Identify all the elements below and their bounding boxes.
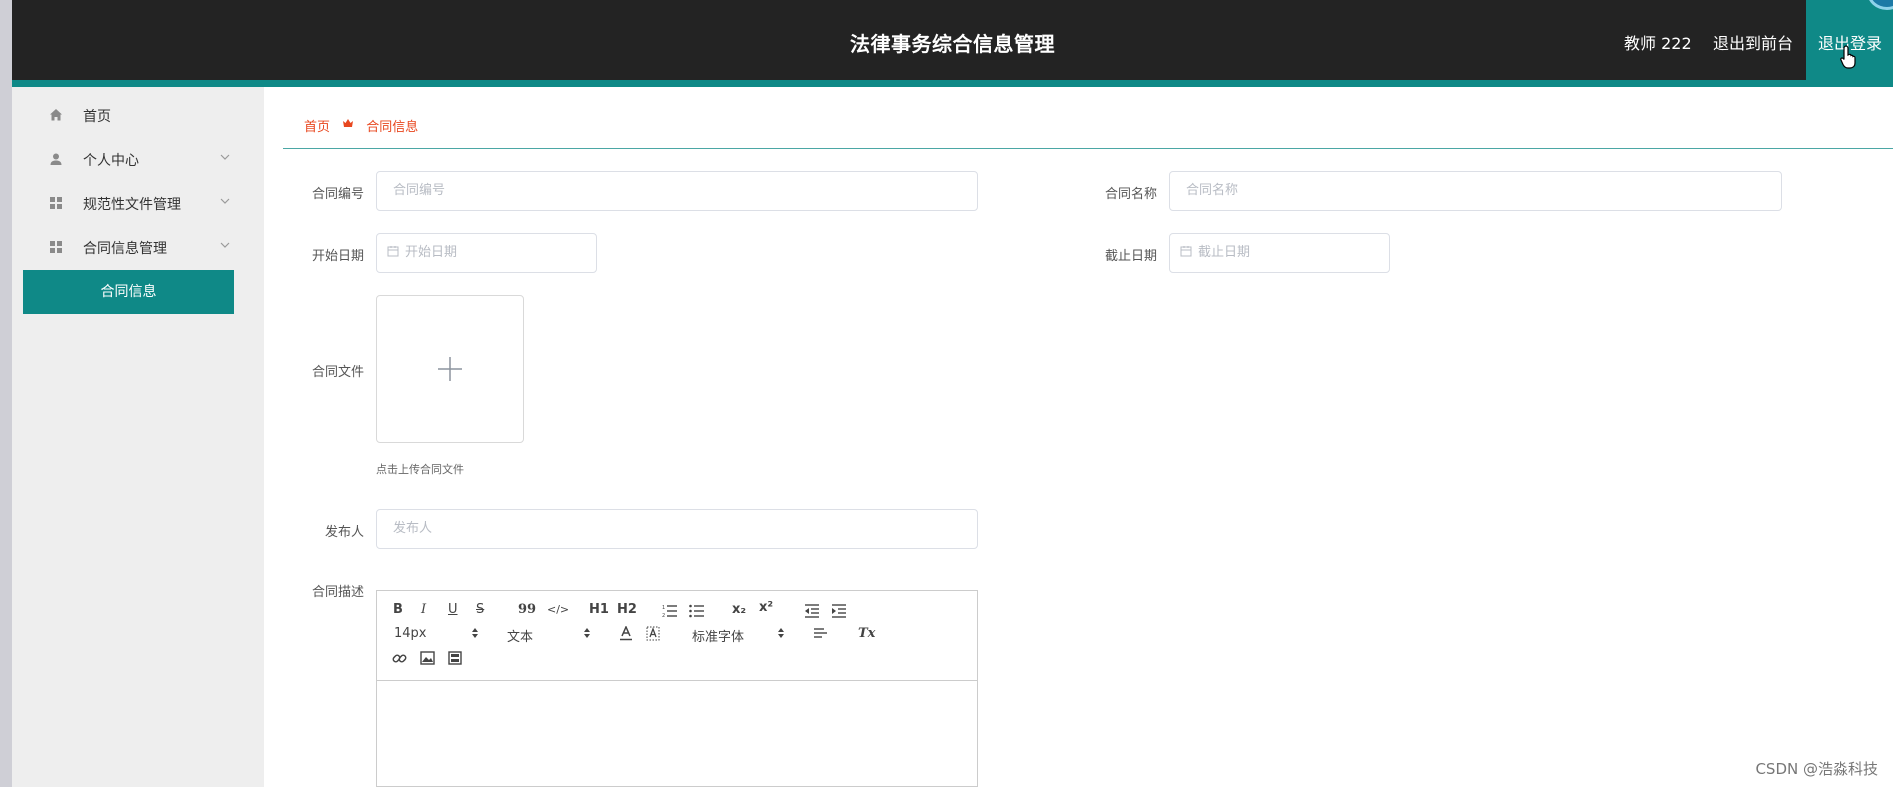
sidebar-item-label: 首页	[83, 109, 111, 125]
crown-icon	[343, 119, 354, 127]
sidebar-item-home[interactable]: 首页	[23, 95, 234, 135]
end-date-label: 截止日期	[1104, 249, 1157, 264]
subscript-button[interactable]: x₂	[732, 602, 746, 617]
start-date-picker[interactable]: 开始日期	[376, 233, 597, 273]
publisher-input[interactable]: 发布人	[376, 509, 978, 549]
link-icon[interactable]	[392, 651, 407, 666]
background-color-icon[interactable]	[646, 626, 660, 641]
grid-icon	[50, 197, 62, 209]
grid-icon	[50, 241, 62, 253]
sidebar-item-label: 个人中心	[83, 153, 139, 169]
editor-content-area[interactable]	[377, 682, 977, 786]
font-family-select[interactable]: 标准字体	[692, 626, 744, 645]
indent-icon[interactable]	[831, 604, 847, 618]
contract-name-label: 合同名称	[1104, 187, 1157, 202]
description-label: 合同描述	[311, 585, 364, 600]
sidebar-subitem-contract-info[interactable]: 合同信息	[23, 270, 234, 314]
select-arrows-icon	[778, 628, 784, 638]
blockquote-button[interactable]: 99	[518, 602, 536, 617]
upload-hint: 点击上传合同文件	[376, 463, 464, 476]
bold-button[interactable]: B	[393, 602, 403, 617]
home-icon	[50, 109, 62, 121]
breadcrumb-current: 合同信息	[366, 120, 419, 135]
font-size-select[interactable]: 14px	[394, 626, 427, 641]
top-bar: 法律事务综合信息管理 教师 222 退出到前台 退出登录	[12, 0, 1893, 80]
app-window: 法律事务综合信息管理 教师 222 退出到前台 退出登录 首页 个人中心 规范性…	[12, 0, 1893, 787]
select-arrows-icon	[584, 628, 590, 638]
sidebar: 首页 个人中心 规范性文件管理 合同信息管理 合同信息	[12, 87, 264, 787]
h2-button[interactable]: H2	[617, 602, 637, 617]
h1-button[interactable]: H1	[589, 602, 609, 617]
user-icon	[50, 153, 62, 165]
sidebar-item-personal-center[interactable]: 个人中心	[23, 139, 234, 179]
plus-icon	[438, 357, 462, 381]
superscript-button[interactable]: x²	[759, 600, 773, 615]
video-icon[interactable]	[448, 651, 462, 665]
chevron-down-icon	[220, 242, 230, 248]
end-date-placeholder: 截止日期	[1198, 245, 1251, 260]
calendar-icon	[387, 246, 399, 257]
header-accent-line	[12, 80, 1893, 87]
start-date-label: 开始日期	[311, 249, 364, 264]
outdent-icon[interactable]	[804, 604, 820, 618]
breadcrumb-divider	[283, 148, 1893, 149]
chevron-down-icon	[220, 198, 230, 204]
contract-file-upload[interactable]	[376, 295, 524, 443]
app-title: 法律事务综合信息管理	[850, 32, 1055, 56]
select-arrows-icon	[472, 628, 478, 638]
editor-toolbar: B I U S 99 </> H1 H2 12 x₂ x² 14px 文本 标准…	[377, 591, 977, 681]
breadcrumb-home[interactable]: 首页	[304, 116, 330, 135]
block-format-select[interactable]: 文本	[507, 626, 533, 645]
hand-cursor-icon	[1840, 45, 1856, 69]
bullet-list-icon[interactable]	[689, 604, 705, 618]
italic-button[interactable]: I	[421, 602, 426, 617]
svg-text:2: 2	[662, 613, 665, 618]
sidebar-item-contract-mgmt[interactable]: 合同信息管理	[23, 227, 234, 267]
publisher-label: 发布人	[324, 525, 364, 540]
calendar-icon	[1180, 246, 1192, 257]
contract-file-label: 合同文件	[311, 365, 364, 380]
code-block-button[interactable]: </>	[547, 603, 569, 616]
sidebar-item-label: 合同信息管理	[83, 241, 167, 257]
font-color-icon[interactable]	[619, 626, 633, 641]
end-date-picker[interactable]: 截止日期	[1169, 233, 1390, 273]
rich-text-editor: B I U S 99 </> H1 H2 12 x₂ x² 14px 文本 标准…	[376, 590, 978, 787]
breadcrumb: 首页 合同信息	[304, 116, 418, 135]
contract-no-label: 合同编号	[311, 187, 364, 202]
chevron-down-icon	[220, 154, 230, 160]
start-date-placeholder: 开始日期	[405, 245, 458, 260]
image-icon[interactable]	[420, 651, 435, 665]
user-label: 教师 222	[1624, 34, 1692, 53]
watermark: CSDN @浩淼科技	[1755, 760, 1878, 778]
svg-text:1: 1	[662, 605, 665, 611]
clear-format-button[interactable]: Tx	[858, 626, 875, 641]
contract-name-input[interactable]: 合同名称	[1169, 171, 1782, 211]
contract-no-input[interactable]: 合同编号	[376, 171, 978, 211]
strike-button[interactable]: S	[476, 602, 484, 617]
underline-button[interactable]: U	[448, 602, 458, 617]
align-icon[interactable]	[813, 628, 828, 640]
back-to-front-link[interactable]: 退出到前台	[1713, 30, 1793, 54]
ordered-list-icon[interactable]: 12	[662, 604, 678, 618]
sidebar-item-label: 规范性文件管理	[83, 197, 181, 213]
sidebar-item-normative-docs[interactable]: 规范性文件管理	[23, 183, 234, 223]
